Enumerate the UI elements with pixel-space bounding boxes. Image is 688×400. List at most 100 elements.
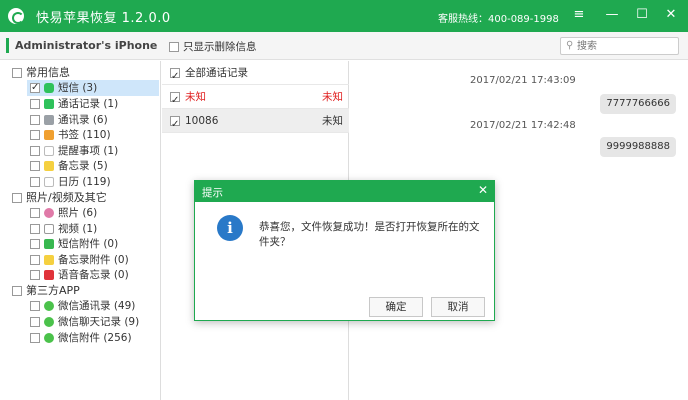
sidebar-item-calls[interactable]: 通话记录 (1) <box>30 96 160 112</box>
item-label: 短信 (3) <box>58 82 98 94</box>
item-label: 备忘录 (5) <box>58 160 108 172</box>
sms-icon <box>44 83 54 93</box>
item-label: 日历 (119) <box>58 176 111 188</box>
notes-attachment-icon <box>44 255 54 265</box>
item-checkbox[interactable] <box>30 80 40 96</box>
show-deleted-only-toggle[interactable]: 只显示删除信息 <box>169 39 257 54</box>
category-label: 常用信息 <box>26 66 70 79</box>
select-all-row[interactable]: 全部通话记录 <box>162 61 349 89</box>
item-label: 微信通讯录 (49) <box>58 300 136 312</box>
sidebar-item-voice-memos[interactable]: 语音备忘录 (0) <box>30 267 160 283</box>
recovery-success-dialog: 提示 ✕ i 恭喜您，文件恢复成功！是否打开恢复所在的文件夹？ 确定 取消 <box>194 180 495 321</box>
contact-name: 未知 <box>185 91 206 103</box>
category-checkbox[interactable] <box>12 193 22 203</box>
category-third-party[interactable]: 第三方APP <box>12 283 80 299</box>
dialog-title: 提示 <box>202 187 223 199</box>
item-checkbox[interactable] <box>30 161 40 171</box>
contact-status: 未知 <box>322 91 343 103</box>
dialog-message: 恭喜您，文件恢复成功！是否打开恢复所在的文件夹？ <box>259 221 480 248</box>
item-checkbox[interactable] <box>30 99 40 109</box>
item-checkbox[interactable] <box>30 224 40 234</box>
message-timestamp: 2017/02/21 17:43:09 <box>470 75 576 86</box>
sidebar-item-contacts[interactable]: 通讯录 (6) <box>30 112 160 128</box>
category-common-info[interactable]: 常用信息 <box>12 65 70 81</box>
cancel-button[interactable]: 取消 <box>431 297 485 317</box>
sidebar-item-wechat-attachments[interactable]: 微信附件 (256) <box>30 330 160 346</box>
list-item[interactable]: 未知 未知 <box>162 85 349 113</box>
voice-memo-icon <box>44 270 54 280</box>
item-label: 备忘录附件 (0) <box>58 254 129 266</box>
reminder-icon <box>44 146 54 156</box>
item-label: 照片 (6) <box>58 207 98 219</box>
search-icon: ⚲ <box>566 40 574 51</box>
item-label: 提醒事项 (1) <box>58 145 119 157</box>
item-label: 视频 (1) <box>58 223 98 235</box>
dialog-close-icon[interactable]: ✕ <box>478 183 488 197</box>
item-checkbox[interactable] <box>30 239 40 249</box>
show-deleted-checkbox[interactable] <box>169 41 179 52</box>
dialog-header: 提示 ✕ <box>195 181 494 202</box>
item-checkbox[interactable] <box>30 270 40 280</box>
show-deleted-label: 只显示删除信息 <box>183 41 257 53</box>
item-checkbox[interactable] <box>30 255 40 265</box>
select-all-checkbox[interactable] <box>170 65 180 89</box>
item-checkbox[interactable] <box>30 115 40 125</box>
category-tree: 常用信息 短信 (3) 通话记录 (1) 通讯录 (6) 书签 (110) 提醒… <box>0 61 161 400</box>
close-icon[interactable]: ✕ <box>659 4 683 26</box>
wechat-icon <box>44 301 54 311</box>
item-checkbox[interactable] <box>30 177 40 187</box>
item-checkbox[interactable] <box>30 208 40 218</box>
sidebar-item-notes-attachments[interactable]: 备忘录附件 (0) <box>30 252 160 268</box>
search-input[interactable] <box>577 39 675 53</box>
item-checkbox[interactable] <box>30 146 40 156</box>
item-label: 短信附件 (0) <box>58 238 119 250</box>
sidebar-item-wechat-contacts[interactable]: 微信通讯录 (49) <box>30 298 160 314</box>
category-label: 第三方APP <box>26 284 80 297</box>
item-label: 微信附件 (256) <box>58 332 132 344</box>
device-name: Administrator's iPhone <box>15 39 158 52</box>
item-checkbox[interactable] <box>30 130 40 140</box>
item-label: 语音备忘录 (0) <box>58 269 129 281</box>
contact-status: 未知 <box>322 115 343 127</box>
minimize-icon[interactable]: — <box>600 4 624 26</box>
row-checkbox[interactable] <box>170 89 180 113</box>
sidebar-item-calendar[interactable]: 日历 (119) <box>30 174 160 190</box>
search-box[interactable]: ⚲ <box>560 37 679 55</box>
sidebar-item-sms[interactable]: 短信 (3) <box>27 80 159 96</box>
sidebar-item-videos[interactable]: 视频 (1) <box>30 221 160 237</box>
bookmark-icon <box>44 130 54 140</box>
menu-icon[interactable]: ≡ <box>567 4 591 26</box>
item-label: 通讯录 (6) <box>58 114 108 126</box>
contact-name: 10086 <box>185 115 219 127</box>
item-checkbox[interactable] <box>30 317 40 327</box>
sidebar-item-photos[interactable]: 照片 (6) <box>30 205 160 221</box>
category-label: 照片/视频及其它 <box>26 191 107 204</box>
contacts-icon <box>44 115 54 125</box>
confirm-button[interactable]: 确定 <box>369 297 423 317</box>
sidebar-item-bookmarks[interactable]: 书签 (110) <box>30 127 160 143</box>
wechat-icon <box>44 333 54 343</box>
sms-attachment-icon <box>44 239 54 249</box>
customer-hotline: 客服热线：400-089-1998 <box>438 14 559 25</box>
video-icon <box>44 224 54 234</box>
wechat-icon <box>44 317 54 327</box>
phone-icon <box>44 99 54 109</box>
category-checkbox[interactable] <box>12 68 22 78</box>
app-logo-icon <box>8 8 24 24</box>
sidebar-item-notes[interactable]: 备忘录 (5) <box>30 158 160 174</box>
category-photos-videos[interactable]: 照片/视频及其它 <box>12 190 107 206</box>
item-checkbox[interactable] <box>30 301 40 311</box>
list-item[interactable]: 10086 未知 <box>162 109 349 137</box>
sidebar-item-reminders[interactable]: 提醒事项 (1) <box>30 143 160 159</box>
category-checkbox[interactable] <box>12 286 22 296</box>
app-title: 快易苹果恢复 1.2.0.0 <box>36 11 171 26</box>
maximize-icon[interactable]: ☐ <box>630 4 654 26</box>
photos-icon <box>44 208 54 218</box>
row-checkbox[interactable] <box>170 113 180 137</box>
info-icon: i <box>217 215 243 241</box>
sidebar-item-wechat-chats[interactable]: 微信聊天记录 (9) <box>30 314 160 330</box>
select-all-label: 全部通话记录 <box>185 67 248 79</box>
item-checkbox[interactable] <box>30 333 40 343</box>
sidebar-item-sms-attachments[interactable]: 短信附件 (0) <box>30 236 160 252</box>
message-timestamp: 2017/02/21 17:42:48 <box>470 120 576 131</box>
